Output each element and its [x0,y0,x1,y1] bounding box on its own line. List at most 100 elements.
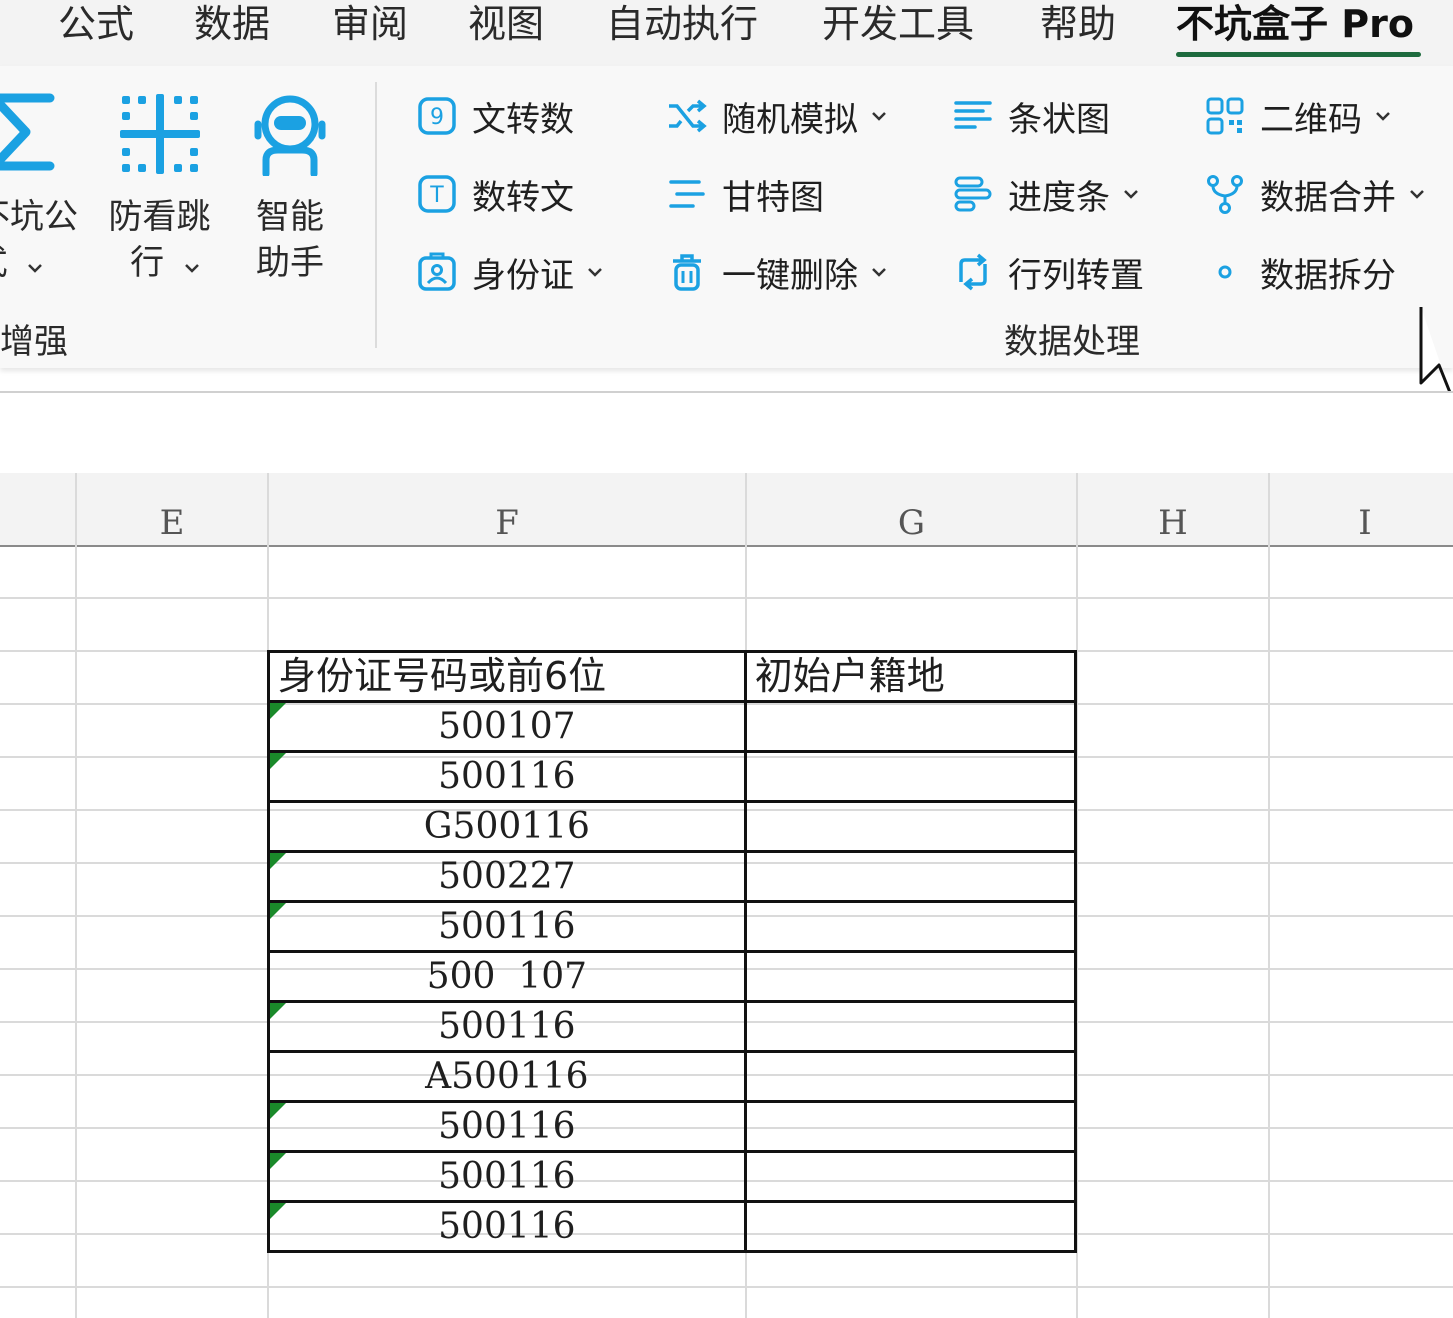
table-row: A500116 [267,1050,1078,1103]
column-header-i[interactable]: I [1269,473,1453,545]
number-to-text-label: 数转文 [472,177,574,218]
id-cell[interactable]: 500107 [267,700,747,753]
formula-bar[interactable] [0,391,1453,475]
text-number-flag-icon [270,1203,286,1219]
column-header-h[interactable]: H [1077,473,1269,545]
id-cell[interactable]: 500116 [267,1150,747,1203]
text-to-number-icon: 9 [416,95,458,137]
tab-bukeng-pro[interactable]: 不坑盒子 Pro [1176,0,1414,52]
origin-cell[interactable] [743,1000,1078,1053]
table-row: 500116 [267,1200,1078,1253]
anti-skip-row-button[interactable]: 防看跳 行 [102,90,217,310]
id-cell-value: 500227 [438,856,576,897]
trash-icon [666,251,708,293]
qr-code-button[interactable]: 二维码 [1204,90,1392,142]
text-number-flag-icon [270,1153,286,1169]
origin-cell[interactable] [743,700,1078,753]
column-header-f[interactable]: F [268,473,746,545]
progress-bar-label: 进度条 [1008,177,1110,218]
mouse-pointer-icon [1419,307,1453,396]
column-gridline [75,473,77,1318]
smart-assistant-button[interactable]: 智能 助手 [240,90,340,310]
split-icon [1204,251,1246,293]
table-row: 500116 [267,1100,1078,1153]
origin-cell[interactable] [743,1200,1078,1253]
bar-chart-label: 条状图 [1008,99,1110,140]
tab-review[interactable]: 审阅 [332,0,408,52]
id-cell[interactable]: 500116 [267,1000,747,1053]
table-row: 500116 [267,1150,1078,1203]
progress-bar-button[interactable]: 进度条 [952,168,1140,220]
text-number-flag-icon [270,1003,286,1019]
id-cell[interactable]: 500116 [267,1100,747,1153]
id-region-table: 身份证号码或前6位 初始户籍地 500107 500116 G500116 50022… [267,650,1078,1253]
chevron-down-icon [28,264,43,273]
column-header-g[interactable]: G [746,473,1077,545]
data-split-button[interactable]: 数据拆分 [1204,246,1396,298]
chevron-down-icon [1122,185,1140,203]
id-card-button[interactable]: 身份证 [416,246,604,298]
origin-cell[interactable] [743,1150,1078,1203]
data-split-label: 数据拆分 [1260,255,1396,296]
tab-help[interactable]: 帮助 [1040,0,1116,52]
id-cell[interactable]: 500116 [267,900,747,953]
origin-cell[interactable] [743,800,1078,853]
tab-developer[interactable]: 开发工具 [822,0,974,52]
number-to-text-button[interactable]: T 数转文 [416,168,574,220]
table-row: 500107 [267,700,1078,753]
id-cell[interactable]: A500116 [267,1050,747,1103]
origin-cell[interactable] [743,950,1078,1003]
chevron-down-icon [586,263,604,281]
gantt-chart-button[interactable]: 甘特图 [666,168,824,220]
id-cell-value: 500116 [438,906,576,947]
origin-cell[interactable] [743,750,1078,803]
table-row: 500116 [267,750,1078,803]
bukeng-formula-label-2: 式 [0,240,64,286]
table-row: 500116 [267,1000,1078,1053]
tab-formula[interactable]: 公式 [58,0,134,52]
merge-icon [1204,173,1246,215]
grid-crosshair-icon [120,94,200,174]
progress-bar-icon [952,173,994,215]
header-cell-origin[interactable]: 初始户籍地 [743,650,1078,703]
chevron-down-icon [870,107,888,125]
menu-bar: 公式 数据 审阅 视图 自动执行 开发工具 帮助 不坑盒子 Pro [0,0,1453,66]
active-tab-indicator [1176,52,1421,57]
id-cell[interactable]: 500227 [267,850,747,903]
origin-cell[interactable] [743,1050,1078,1103]
id-cell[interactable]: 500116 [267,1200,747,1253]
sigma-icon [0,93,55,171]
data-merge-button[interactable]: 数据合并 [1204,168,1426,220]
tab-automate[interactable]: 自动执行 [606,0,758,52]
ribbon-divider [375,82,377,348]
id-cell-value: 500116 [438,1106,576,1147]
id-cell[interactable]: 500 107 [267,950,747,1003]
svg-text:9: 9 [430,105,444,130]
row-gridline [0,1286,1453,1288]
id-cell-value: G500116 [423,806,590,847]
random-simulation-button[interactable]: 随机模拟 [666,90,888,142]
column-header-e[interactable]: E [76,473,268,545]
tab-data[interactable]: 数据 [194,0,270,52]
text-to-number-button[interactable]: 9 文转数 [416,90,574,142]
table-row: 500227 [267,850,1078,903]
column-header-row: E F G H I [0,473,1453,547]
one-click-delete-button[interactable]: 一键删除 [666,246,888,298]
qr-code-icon [1204,95,1246,137]
text-number-flag-icon [270,853,286,869]
transpose-icon [952,251,994,293]
id-cell[interactable]: G500116 [267,800,747,853]
gantt-chart-label: 甘特图 [722,177,824,218]
bukeng-formula-button[interactable]: 不坑公 式 [0,90,90,310]
tab-view[interactable]: 视图 [468,0,544,52]
origin-cell[interactable] [743,900,1078,953]
id-cell[interactable]: 500116 [267,750,747,803]
origin-cell[interactable] [743,1100,1078,1153]
id-cell-value: 500 107 [426,956,588,997]
origin-cell[interactable] [743,850,1078,903]
bar-chart-button[interactable]: 条状图 [952,90,1110,142]
transpose-button[interactable]: 行列转置 [952,246,1144,298]
header-cell-id[interactable]: 身份证号码或前6位 [267,650,747,703]
svg-text:T: T [429,183,444,208]
random-simulation-label: 随机模拟 [722,99,858,140]
